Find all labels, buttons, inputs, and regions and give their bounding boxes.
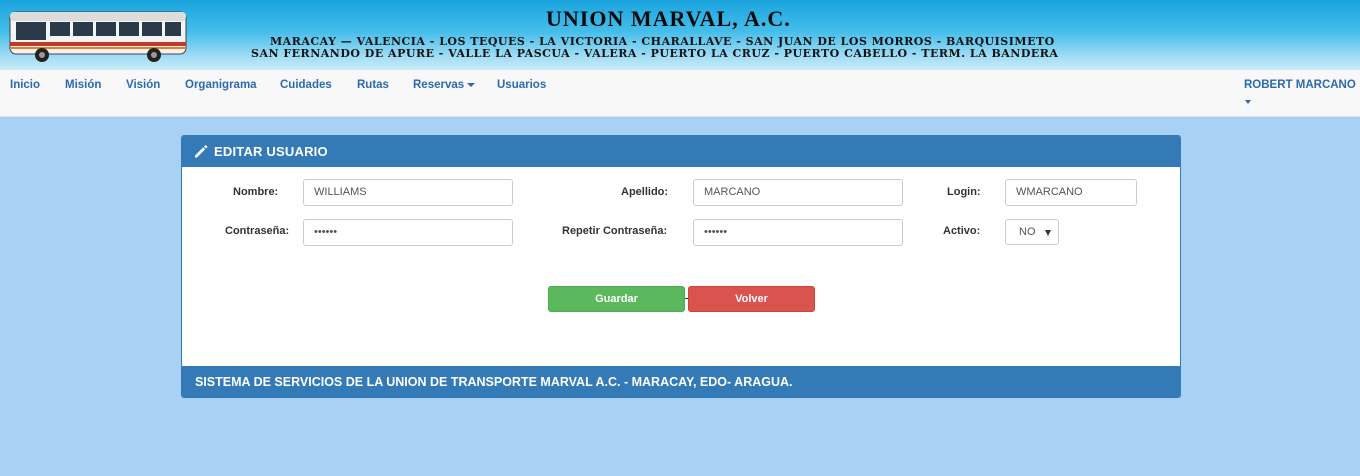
nav-item-usuarios[interactable]: Usuarios xyxy=(497,79,546,91)
nav-item-reservas[interactable]: Reservas xyxy=(413,79,476,91)
nav-user-menu[interactable]: ROBERT MARCANO xyxy=(1244,79,1356,91)
panel-heading: EDITAR USUARIO xyxy=(182,136,1180,167)
footer-text: SISTEMA DE SERVICIOS DE LA UNION DE TRAN… xyxy=(195,375,793,389)
save-button[interactable]: Guardar xyxy=(548,286,685,312)
password-label: Contraseña: xyxy=(225,225,290,237)
password-repeat-input[interactable]: •••••• xyxy=(693,219,903,246)
nav-item-reservas-label: Reservas xyxy=(413,79,465,91)
bus-logo xyxy=(9,11,187,62)
apellido-input[interactable]: MARCANO xyxy=(693,179,903,206)
login-label: Login: xyxy=(947,186,981,198)
caret-down-icon xyxy=(467,82,476,87)
pencil-icon xyxy=(195,144,208,158)
nav-item-organigrama[interactable]: Organigrama xyxy=(185,79,257,91)
edit-user-panel: EDITAR USUARIO Nombre: WILLIAMS Apellido… xyxy=(181,135,1181,398)
nav-item-rutas[interactable]: Rutas xyxy=(357,79,389,91)
activo-label: Activo: xyxy=(943,225,981,237)
select-arrow-icon xyxy=(1045,230,1051,236)
panel-title: EDITAR USUARIO xyxy=(214,144,328,159)
activo-select[interactable]: NO xyxy=(1005,219,1059,245)
nav-item-inicio[interactable]: Inicio xyxy=(10,79,40,91)
header-banner: UNION MARVAL, A.C. MARACAY — VALENCIA - … xyxy=(0,0,1360,70)
login-input[interactable]: WMARCANO xyxy=(1005,179,1137,206)
nombre-input[interactable]: WILLIAMS xyxy=(303,179,513,206)
nav-item-vision[interactable]: Visión xyxy=(126,79,160,91)
password-repeat-label: Repetir Contraseña: xyxy=(562,225,668,237)
apellido-label: Apellido: xyxy=(621,186,669,198)
navbar: Inicio Misión Visión Organigrama Cuidade… xyxy=(0,70,1360,117)
back-button[interactable]: Volver xyxy=(688,286,815,312)
password-input[interactable]: •••••• xyxy=(303,219,513,246)
panel-footer: SISTEMA DE SERVICIOS DE LA UNION DE TRAN… xyxy=(182,366,1180,397)
nav-item-cuidades[interactable]: Cuidades xyxy=(280,79,332,91)
banner-routes-line-2: SAN FERNANDO DE APURE - VALLE LA PASCUA … xyxy=(251,47,1059,60)
nav-item-mision[interactable]: Misión xyxy=(65,79,101,91)
activo-select-value: NO xyxy=(1019,226,1036,238)
user-caret-down-icon[interactable] xyxy=(1245,100,1251,104)
banner-title: UNION MARVAL, A.C. xyxy=(546,6,791,31)
nombre-label: Nombre: xyxy=(233,186,279,198)
